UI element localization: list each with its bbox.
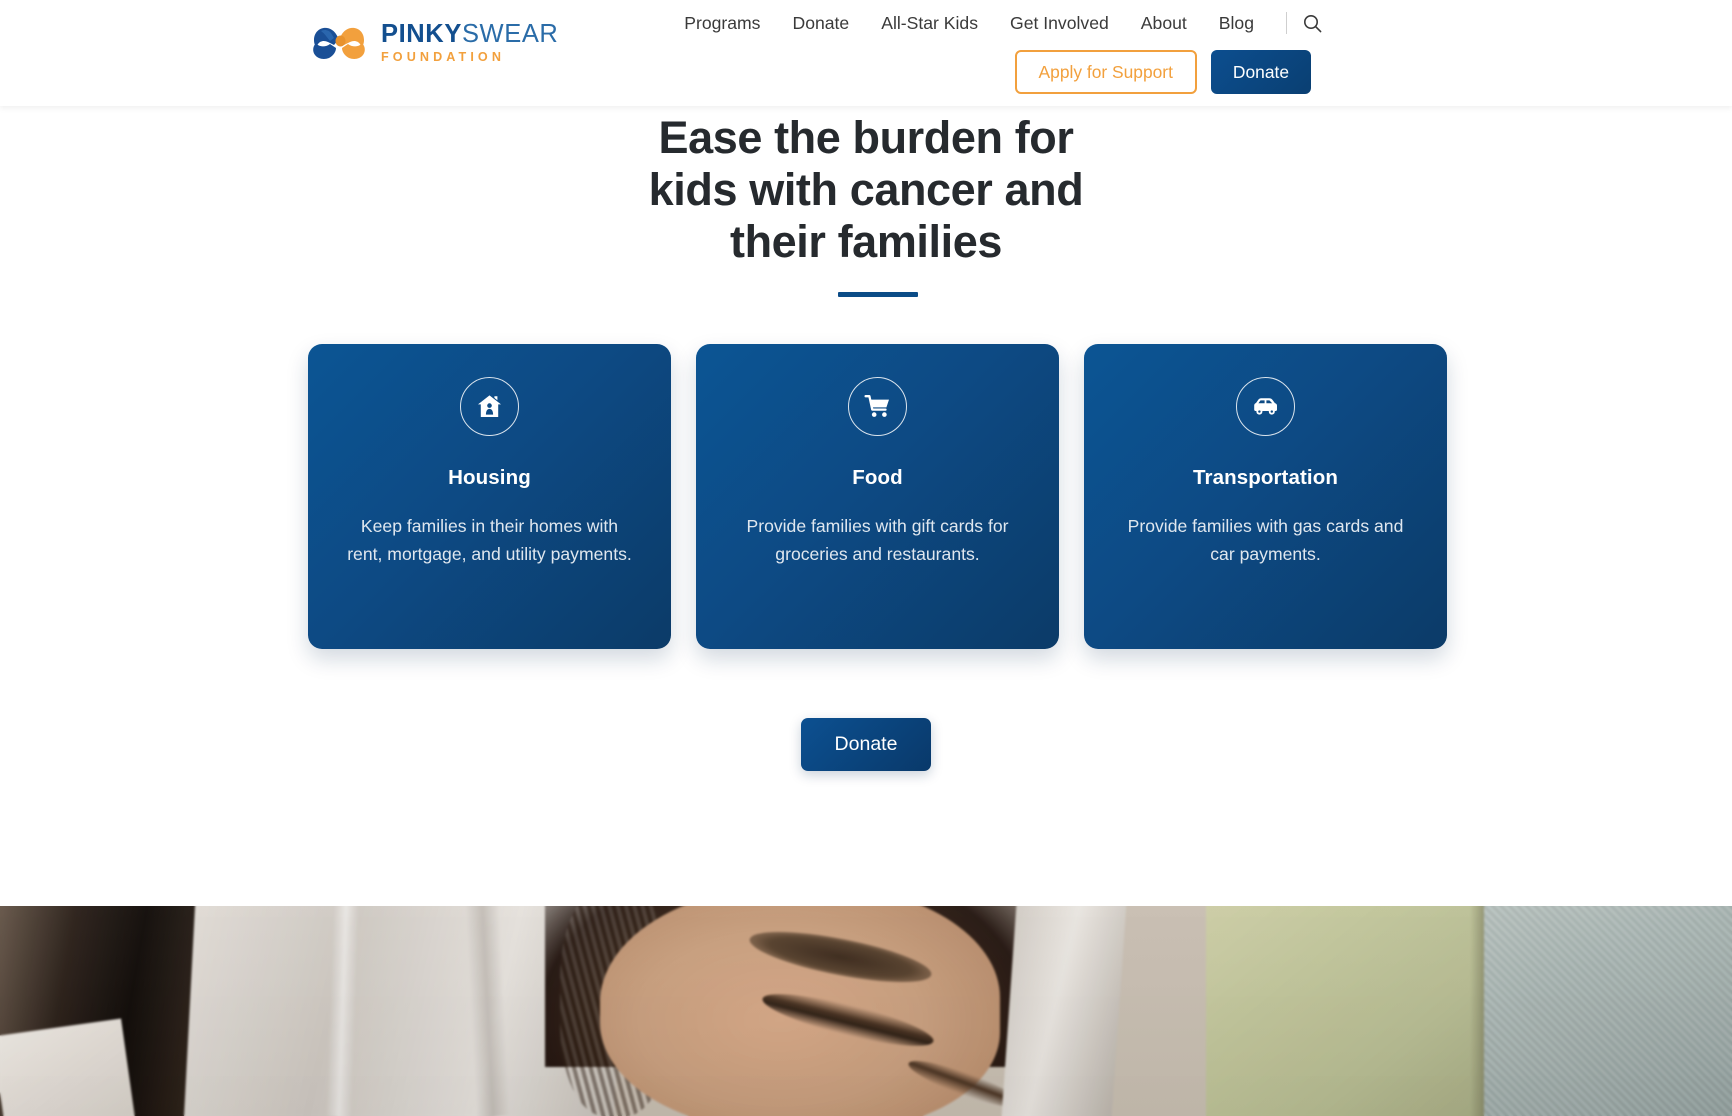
nav-item-get-involved[interactable]: Get Involved (994, 11, 1125, 35)
housing-icon-badge (460, 377, 519, 436)
pinky-swear-hands-icon (313, 27, 365, 59)
apply-for-support-button[interactable]: Apply for Support (1014, 50, 1197, 94)
page-title: Ease the burden for kids with cancer and… (0, 112, 1732, 268)
photo-layer-soft-light (0, 877, 1732, 1116)
logo-pinky-text: PINKY (381, 20, 462, 49)
hero-photo (0, 877, 1732, 1116)
card-title: Housing (448, 466, 531, 489)
nav-item-programs[interactable]: Programs (668, 11, 776, 35)
shopping-cart-icon (864, 395, 889, 417)
donate-cta-container: Donate (0, 718, 1732, 771)
car-icon (1254, 398, 1277, 415)
card-title: Transportation (1193, 466, 1338, 489)
card-title: Food (852, 466, 903, 489)
page-title-line-2: kids with cancer and (648, 164, 1084, 215)
page-title-line-3: their families (729, 216, 1002, 267)
site-logo[interactable]: PINKYSWEAR FOUNDATION (308, 20, 558, 66)
nav-item-blog[interactable]: Blog (1203, 11, 1270, 35)
page-root: PINKYSWEAR FOUNDATION Programs Donate Al… (0, 0, 1732, 1116)
house-icon (478, 395, 501, 417)
hero-section: Ease the burden for kids with cancer and… (0, 106, 1732, 906)
site-header: PINKYSWEAR FOUNDATION Programs Donate Al… (0, 0, 1732, 106)
header-donate-button[interactable]: Donate (1210, 50, 1311, 94)
title-underline-rule (838, 292, 918, 297)
search-icon (1304, 14, 1322, 32)
card-description: Provide families with gas cards and car … (1127, 516, 1404, 564)
nav-item-donate[interactable]: Donate (776, 11, 865, 35)
logo-swear-text: SWEAR (461, 20, 559, 49)
primary-navigation: Programs Donate All-Star Kids Get Involv… (668, 11, 1328, 35)
search-button[interactable] (1297, 14, 1328, 33)
hero-donate-button[interactable]: Donate (800, 718, 932, 771)
program-cards: Housing Keep families in their homes wit… (308, 344, 1448, 649)
program-card-food[interactable]: Food Provide families with gift cards fo… (696, 344, 1059, 649)
page-title-line-1: Ease the burden for (658, 112, 1074, 163)
transportation-icon-badge (1236, 377, 1295, 436)
nav-item-all-star-kids[interactable]: All-Star Kids (865, 11, 994, 35)
header-cta-group: Apply for Support Donate (1014, 50, 1311, 94)
nav-divider (1286, 12, 1287, 34)
program-card-transportation[interactable]: Transportation Provide families with gas… (1084, 344, 1447, 649)
program-card-housing[interactable]: Housing Keep families in their homes wit… (308, 344, 671, 649)
food-icon-badge (848, 377, 907, 436)
logo-wordmark: PINKYSWEAR FOUNDATION (381, 22, 558, 63)
photo-canvas (0, 877, 1732, 1116)
card-description: Provide families with gift cards for gro… (746, 516, 1009, 564)
card-description: Keep families in their homes with rent, … (347, 516, 632, 564)
nav-item-about[interactable]: About (1125, 11, 1203, 35)
logo-foundation-text: FOUNDATION (381, 49, 506, 64)
